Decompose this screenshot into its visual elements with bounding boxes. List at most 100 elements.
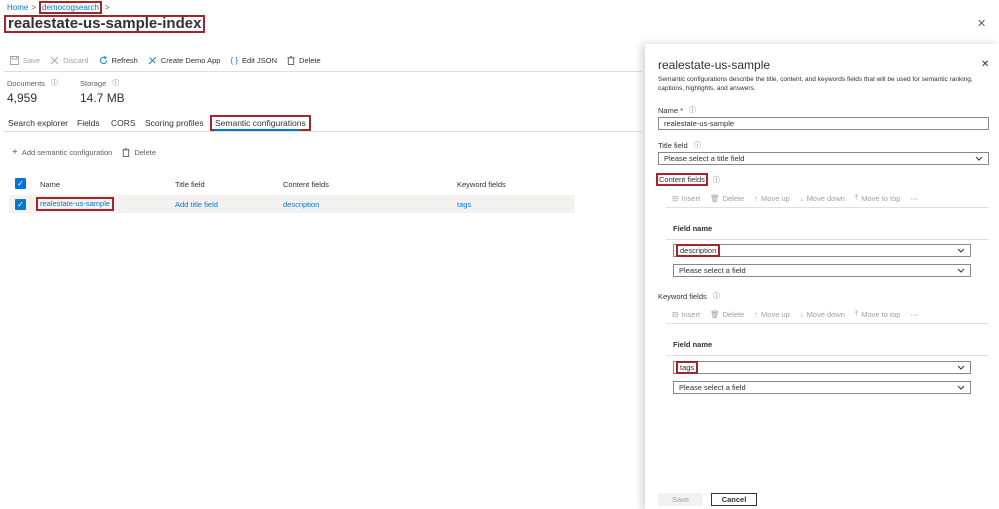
arrow-up-icon: ↑	[754, 193, 759, 203]
trash-icon: 🗑︎	[710, 309, 720, 319]
content-move-up-button[interactable]: ↑ Move up	[754, 194, 790, 203]
column-header-keyword-fields[interactable]: Keyword fields	[457, 180, 506, 189]
chevron-down-icon	[957, 268, 965, 273]
arrow-up-icon: ↑	[754, 309, 759, 319]
keyword-fields-label-wrap: Keyword fields ⓘ	[658, 291, 720, 301]
trash-icon	[287, 56, 295, 65]
breadcrumb-home[interactable]: Home	[7, 3, 28, 12]
panel-title: realestate-us-sample	[658, 58, 771, 72]
content-field-value: description	[676, 244, 721, 257]
column-header-title-field[interactable]: Title field	[175, 180, 205, 189]
content-move-down-button[interactable]: ↓ Move down	[800, 194, 845, 203]
content-insert-button[interactable]: ⊟ Insert	[672, 194, 700, 203]
keyword-fields-label: Keyword fields	[658, 291, 707, 301]
save-icon	[10, 56, 19, 65]
title-field-select[interactable]: Please select a title field	[658, 152, 989, 165]
create-demo-app-button[interactable]: Create Demo App	[148, 56, 220, 65]
keyword-delete-button[interactable]: 🗑︎ Delete	[710, 310, 744, 319]
breadcrumb-chevron-icon: >	[31, 3, 37, 12]
row-keyword-fields[interactable]: tags	[457, 200, 471, 209]
keyword-move-down-button[interactable]: ↓ Move down	[800, 310, 845, 319]
arrow-to-top-icon: ⤒	[854, 309, 859, 318]
keyword-move-to-top-button[interactable]: ⤒ Move to top	[855, 309, 901, 319]
tab-cors[interactable]: CORS	[111, 118, 136, 128]
insert-row-icon: ⊟	[672, 309, 679, 319]
content-fields-label: Content fields	[656, 173, 708, 186]
delete-semantic-config-button[interactable]: Delete	[122, 147, 156, 158]
breadcrumb-service[interactable]: democogsearch	[39, 1, 102, 14]
keyword-grid-divider	[666, 323, 989, 324]
add-semantic-config-button[interactable]: + Add semantic configuration	[12, 147, 112, 158]
delete-index-button[interactable]: Delete	[287, 56, 321, 65]
demo-app-icon	[148, 56, 157, 65]
arrow-down-icon: ↓	[799, 309, 804, 319]
row-title-field-link[interactable]: Add title field	[175, 200, 218, 209]
row-content-fields[interactable]: description	[283, 200, 319, 209]
info-icon: ⓘ	[112, 80, 120, 87]
semantic-toolbar: + Add semantic configuration Delete	[12, 147, 156, 158]
close-page-icon[interactable]: ✕	[977, 17, 986, 30]
toolbar-divider	[4, 71, 642, 72]
content-fields-label-wrap: Content fields ⓘ	[656, 173, 720, 186]
info-icon: ⓘ	[712, 176, 720, 184]
keyword-more-button[interactable]: ···	[910, 310, 918, 319]
chevron-down-icon	[957, 365, 965, 370]
refresh-icon	[99, 56, 107, 64]
keyword-move-up-button[interactable]: ↑ Move up	[754, 310, 790, 319]
content-more-button[interactable]: ···	[910, 194, 918, 203]
content-field-select-1[interactable]: description	[673, 244, 971, 257]
storage-stat: Storage ⓘ 14.7 MB	[80, 78, 125, 106]
edit-json-button[interactable]: { } Edit JSON	[230, 56, 277, 65]
keyword-insert-button[interactable]: ⊟ Insert	[672, 310, 700, 319]
panel-close-icon[interactable]: ✕	[981, 59, 989, 70]
keyword-field-select-2[interactable]: Please select a field	[673, 381, 971, 394]
close-icon	[50, 56, 59, 65]
tab-fields[interactable]: Fields	[77, 118, 100, 128]
tabs-divider	[4, 131, 642, 132]
toolbar: Save Discard Refresh Create Demo App { }…	[10, 56, 321, 65]
refresh-button[interactable]: Refresh	[99, 56, 138, 65]
info-icon: ⓘ	[693, 142, 701, 149]
column-header-content-fields[interactable]: Content fields	[283, 180, 329, 189]
arrow-down-icon: ↓	[799, 193, 804, 203]
content-field-name-header: Field name	[673, 224, 713, 233]
keyword-field-name-header: Field name	[673, 340, 713, 349]
name-input[interactable]: realestate-us-sample	[658, 117, 989, 130]
documents-count: 4,959	[7, 91, 38, 105]
column-header-name[interactable]: Name	[40, 180, 60, 189]
breadcrumb-chevron-icon: >	[104, 3, 110, 12]
info-icon: ⓘ	[712, 293, 720, 300]
tab-scoring-profiles[interactable]: Scoring profiles	[145, 118, 204, 128]
content-delete-button[interactable]: 🗑︎ Delete	[710, 194, 744, 203]
trash-icon	[122, 148, 130, 157]
chevron-down-icon	[957, 248, 965, 253]
more-options-icon[interactable]: ···	[184, 18, 193, 28]
content-header-divider	[666, 239, 989, 240]
info-icon: ⓘ	[50, 80, 58, 87]
plus-icon: +	[12, 147, 18, 158]
content-move-to-top-button[interactable]: ⤒ Move to top	[855, 193, 901, 203]
discard-button[interactable]: Discard	[50, 56, 89, 65]
code-brackets-icon: { }	[230, 56, 239, 65]
keyword-fields-toolbar: ⊟ Insert 🗑︎ Delete ↑ Move up ↓ Move down ⤒ Mo…	[672, 309, 918, 319]
chevron-down-icon	[957, 385, 965, 390]
page-title: realestate-us-sample-index	[4, 15, 206, 33]
save-button[interactable]: Save	[10, 56, 40, 65]
tab-search-explorer[interactable]: Search explorer	[8, 118, 68, 128]
select-all-checkbox[interactable]: ✓	[15, 178, 26, 189]
panel-cancel-button[interactable]: Cancel	[711, 493, 757, 506]
insert-row-icon: ⊟	[672, 193, 679, 203]
storage-size: 14.7 MB	[80, 91, 125, 105]
documents-stat: Documents ⓘ 4,959	[7, 78, 58, 106]
keyword-field-value: tags	[676, 361, 699, 374]
keyword-header-divider	[666, 355, 989, 356]
row-checkbox[interactable]: ✓	[15, 199, 26, 210]
row-name-link[interactable]: realestate-us-sample	[36, 197, 115, 211]
name-label: Name * ⓘ	[658, 105, 697, 115]
content-field-select-2[interactable]: Please select a field	[673, 264, 971, 277]
keyword-field-select-1[interactable]: tags	[673, 361, 971, 374]
arrow-to-top-icon: ⤒	[854, 193, 859, 202]
panel-save-button[interactable]: Save	[658, 493, 703, 506]
info-icon: ⓘ	[689, 107, 697, 114]
content-grid-divider	[666, 207, 989, 208]
